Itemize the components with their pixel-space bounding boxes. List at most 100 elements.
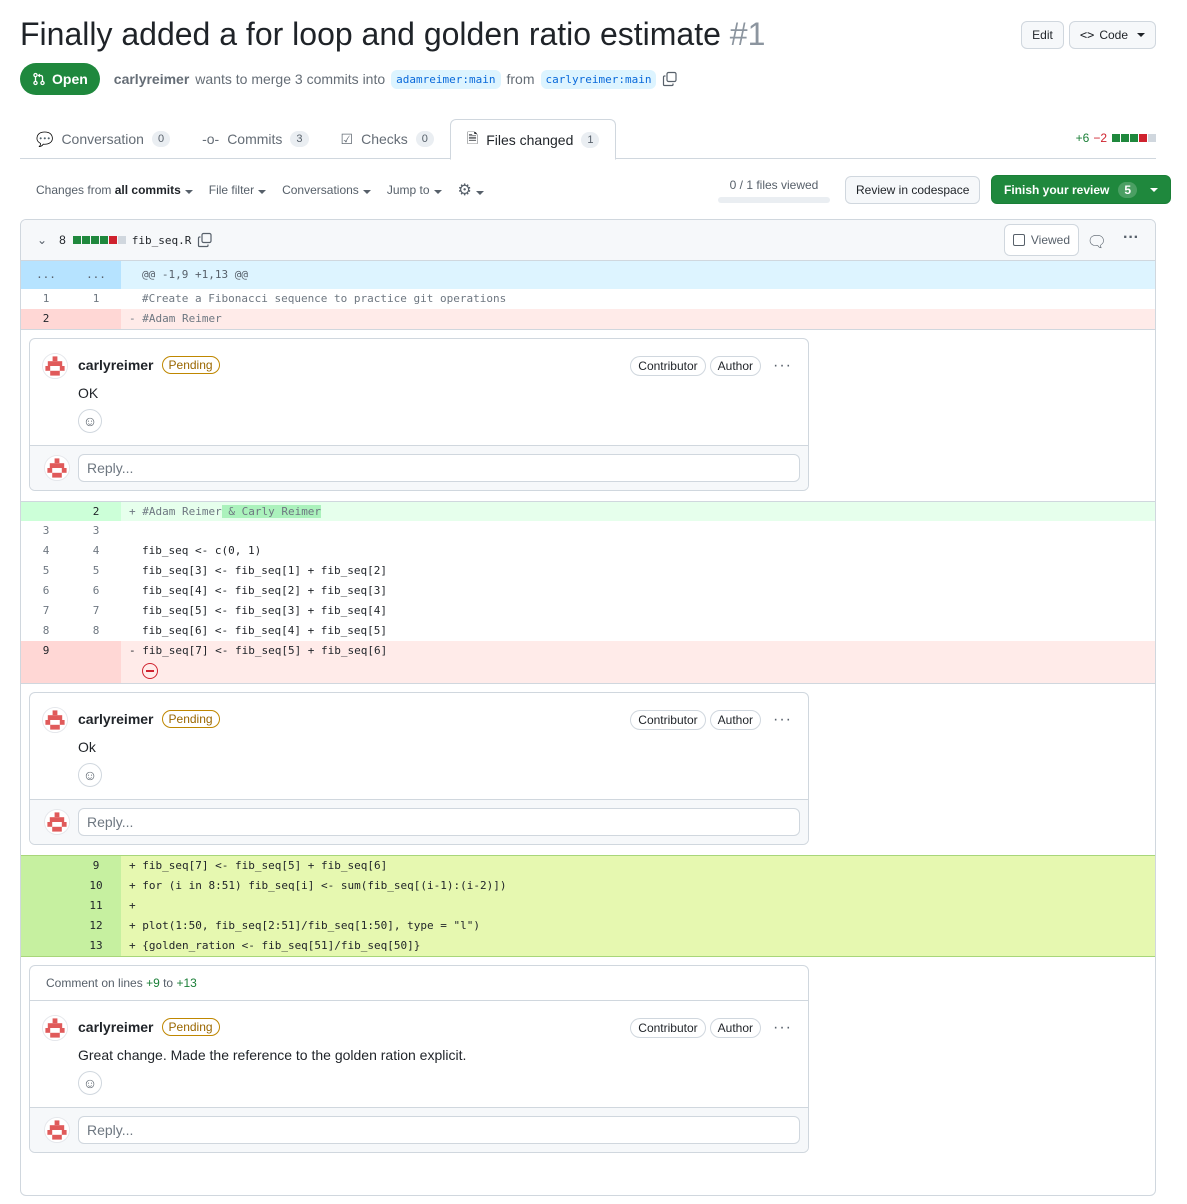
settings-dropdown[interactable]: ⚙	[458, 180, 484, 200]
added-line: 11 +	[21, 896, 1155, 916]
line-number-new[interactable]: 5	[71, 561, 121, 581]
comment-thread: carlyreimer Pending Contributor Author ·…	[21, 683, 1155, 855]
line-number-new[interactable]: 2	[71, 502, 121, 521]
comment-author[interactable]: carlyreimer	[78, 357, 154, 373]
added-line: 13 + {golden_ration <- fib_seq[51]/fib_s…	[21, 936, 1155, 956]
avatar[interactable]	[42, 353, 68, 379]
status-badge: Open	[20, 63, 100, 95]
line-code: + plot(1:50, fib_seq[2:51]/fib_seq[1:50]…	[129, 919, 480, 932]
expand-down-button[interactable]: ...	[71, 261, 121, 289]
line-number-new[interactable]: 11	[71, 896, 121, 916]
file-name[interactable]: fib_seq.R	[132, 234, 192, 247]
head-branch[interactable]: carlyreimer:main	[540, 69, 657, 89]
line-number-old[interactable]: 9	[21, 641, 71, 683]
comment-box: carlyreimer Pending Contributor Author ·…	[29, 338, 809, 491]
minus-circle-icon	[142, 663, 158, 679]
line-number-old[interactable]: 4	[21, 541, 71, 561]
author-link[interactable]: carlyreimer	[114, 71, 190, 87]
reply-input[interactable]: Reply...	[78, 808, 800, 836]
line-number-new[interactable]: 4	[71, 541, 121, 561]
review-in-codespace-button[interactable]: Review in codespace	[845, 176, 981, 204]
file-change-count: 8	[59, 233, 66, 247]
viewed-checkbox[interactable]: Viewed	[1003, 224, 1079, 256]
comment-body: OK	[78, 385, 99, 401]
tab-label: Checks	[361, 131, 408, 147]
conversations-dropdown[interactable]: Conversations	[282, 183, 371, 197]
comment-range-label: Comment on lines +9 to +13	[30, 966, 808, 1001]
tab-commits[interactable]: -o- Commits 3	[186, 119, 324, 159]
file-diff: ⌄ 8 fib_seq.R Viewed 🗨 ··· ... ... @@ -1…	[20, 219, 1156, 1196]
diff-line: 3 3	[21, 521, 1155, 541]
reply-row: Reply...	[30, 446, 808, 490]
avatar[interactable]	[42, 1015, 68, 1041]
diff-line: 7 7 fib_seq[5] <- fib_seq[3] + fib_seq[4…	[21, 601, 1155, 621]
line-number-old[interactable]: 3	[21, 521, 71, 541]
chevron-down-icon	[1150, 187, 1159, 192]
line-code: fib_seq[3] <- fib_seq[1] + fib_seq[2]	[142, 564, 388, 577]
code-label: Code	[1099, 28, 1128, 42]
kebab-menu-icon[interactable]: ···	[773, 711, 792, 729]
edit-button[interactable]: Edit	[1021, 21, 1064, 49]
reply-input[interactable]: Reply...	[78, 1116, 800, 1144]
line-number-old[interactable]: 2	[21, 309, 71, 329]
line-number-old[interactable]: 5	[21, 561, 71, 581]
kebab-menu-icon[interactable]: ···	[773, 357, 792, 375]
line-number-new[interactable]: 13	[71, 936, 121, 956]
kebab-menu-icon[interactable]: ···	[773, 1019, 792, 1037]
context-lines: 3 3 4 4 fib_seq <- c(0, 1) 5 5 fib_seq[3…	[21, 521, 1155, 641]
copy-path-icon[interactable]	[197, 232, 213, 248]
checkbox[interactable]	[1012, 234, 1025, 246]
tab-checks[interactable]: ☑ Checks 0	[325, 119, 450, 159]
smiley-icon[interactable]: ☺	[78, 1071, 102, 1095]
comment-author[interactable]: carlyreimer	[78, 711, 154, 727]
base-branch[interactable]: adamreimer:main	[391, 69, 501, 89]
line-number-old[interactable]: 1	[21, 289, 71, 309]
reply-input[interactable]: Reply...	[78, 454, 800, 482]
file-diff-icon: 🗎	[466, 129, 479, 146]
smiley-icon[interactable]: ☺	[78, 409, 102, 433]
added-line: 9 + fib_seq[7] <- fib_seq[5] + fib_seq[6…	[21, 856, 1155, 876]
chevron-down-icon	[433, 190, 442, 194]
file-filter-dropdown[interactable]: File filter	[209, 183, 267, 197]
copy-icon[interactable]	[662, 71, 678, 87]
code-button[interactable]: <> Code	[1068, 21, 1156, 49]
finish-review-button[interactable]: Finish your review 5	[991, 175, 1172, 204]
line-number-new[interactable]: 10	[71, 876, 121, 896]
line-number-new[interactable]: 9	[71, 856, 121, 876]
line-code-text: + #Adam Reimer	[129, 505, 222, 518]
line-number-new[interactable]: 7	[71, 601, 121, 621]
added-line: 10 + for (i in 8:51) fib_seq[i] <- sum(f…	[21, 876, 1155, 896]
diffstat-bar	[1111, 131, 1156, 145]
line-number-old[interactable]: 6	[21, 581, 71, 601]
line-number-new[interactable]: 1	[71, 289, 121, 309]
jump-to-dropdown[interactable]: Jump to	[387, 183, 442, 197]
comment-author[interactable]: carlyreimer	[78, 1019, 154, 1035]
line-number-old[interactable]: 8	[21, 621, 71, 641]
line-number-new[interactable]: 8	[71, 621, 121, 641]
line-number-new[interactable]: 3	[71, 521, 121, 541]
contributor-badge: Contributor	[630, 1018, 706, 1038]
line-number-new[interactable]: 12	[71, 916, 121, 936]
diff-line: 6 6 fib_seq[4] <- fib_seq[2] + fib_seq[3…	[21, 581, 1155, 601]
smiley-icon[interactable]: ☺	[78, 763, 102, 787]
changes-from-dropdown[interactable]: Changes from all commits	[36, 183, 193, 197]
line-number-new[interactable]: 6	[71, 581, 121, 601]
hunk-text: @@ -1,9 +1,13 @@	[142, 268, 248, 281]
line-number-old	[21, 896, 71, 916]
header-actions: Edit <> Code	[1021, 21, 1156, 49]
viewed-label: Viewed	[1030, 233, 1070, 247]
added-line: 2 + #Adam Reimer & Carly Reimer	[21, 501, 1155, 521]
avatar[interactable]	[42, 707, 68, 733]
tab-files-changed[interactable]: 🗎 Files changed 1	[449, 119, 617, 160]
expand-up-button[interactable]: ...	[21, 261, 71, 289]
line-number-old[interactable]: 7	[21, 601, 71, 621]
comment-icon[interactable]: 🗨	[1087, 232, 1107, 252]
pull-request-icon	[33, 72, 45, 86]
comment-body: Ok	[78, 739, 96, 755]
line-number-old	[21, 916, 71, 936]
finish-review-label: Finish your review	[1004, 182, 1110, 197]
kebab-menu-icon[interactable]: ···	[1123, 229, 1139, 247]
tab-conversation[interactable]: 💬 Conversation 0	[20, 119, 186, 159]
collapse-chevron-icon[interactable]: ⌄	[37, 233, 47, 247]
gear-icon: ⚙	[457, 182, 472, 199]
